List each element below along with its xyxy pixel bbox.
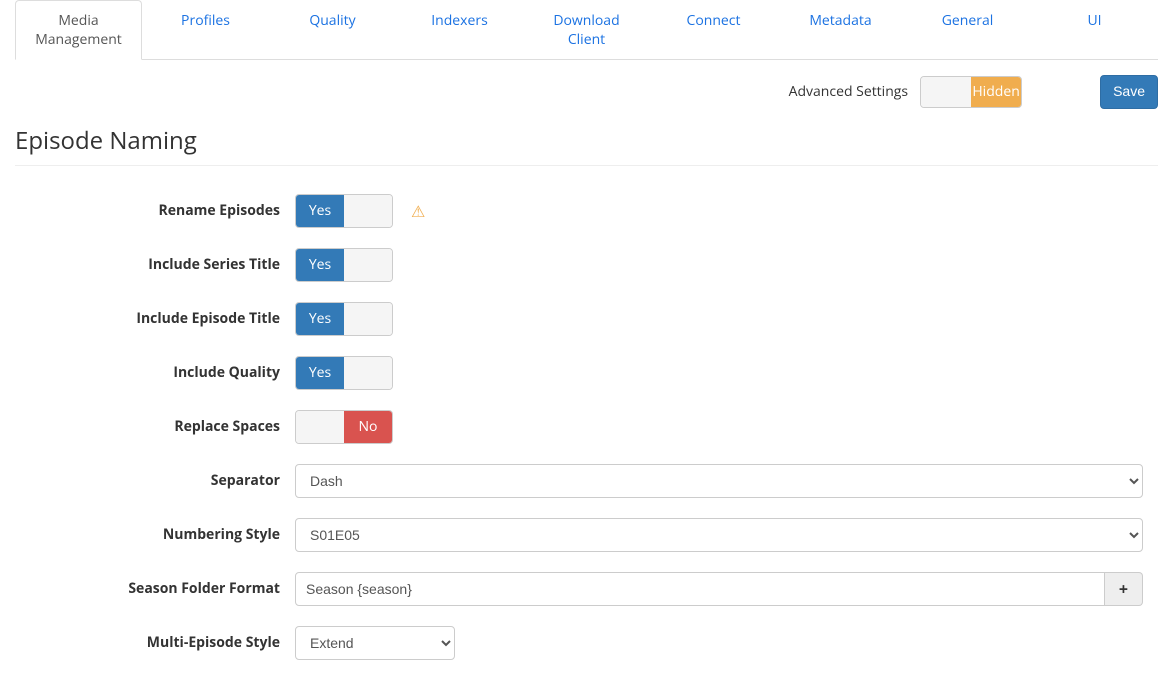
season-folder-format-input[interactable]: [295, 572, 1105, 606]
section-title: Episode Naming: [15, 124, 1158, 166]
tab-connect[interactable]: Connect: [650, 0, 777, 41]
advanced-settings-hidden-option: Hidden: [971, 77, 1021, 107]
save-button[interactable]: Save: [1100, 75, 1158, 109]
separator-label: Separator: [15, 471, 295, 490]
warning-icon: ⚠: [411, 200, 425, 222]
separator-select[interactable]: Dash: [295, 464, 1143, 498]
advanced-settings-toggle[interactable]: Hidden: [920, 76, 1022, 108]
toggle-yes: Yes: [296, 249, 344, 281]
toggle-no: [344, 249, 392, 281]
settings-tabs: Media Management Profiles Quality Indexe…: [15, 0, 1158, 60]
include-quality-toggle[interactable]: Yes: [295, 356, 393, 390]
tab-indexers[interactable]: Indexers: [396, 0, 523, 41]
toggle-yes: Yes: [296, 357, 344, 389]
season-folder-format-add-button[interactable]: +: [1105, 572, 1143, 606]
advanced-settings-label: Advanced Settings: [789, 82, 908, 101]
toolbar: Advanced Settings Hidden Save: [15, 60, 1158, 124]
advanced-settings-shown-option: [921, 77, 971, 107]
numbering-style-select[interactable]: S01E05: [295, 518, 1143, 552]
include-series-title-toggle[interactable]: Yes: [295, 248, 393, 282]
tab-media-management[interactable]: Media Management: [15, 0, 142, 60]
replace-spaces-label: Replace Spaces: [15, 417, 295, 436]
toggle-yes: Yes: [296, 195, 344, 227]
multi-episode-style-label: Multi-Episode Style: [15, 633, 295, 652]
rename-episodes-toggle[interactable]: Yes: [295, 194, 393, 228]
tab-profiles[interactable]: Profiles: [142, 0, 269, 41]
plus-icon: +: [1119, 578, 1128, 600]
include-episode-title-toggle[interactable]: Yes: [295, 302, 393, 336]
include-episode-title-label: Include Episode Title: [15, 309, 295, 328]
toggle-no: No: [344, 411, 392, 443]
tab-download-client[interactable]: Download Client: [523, 0, 650, 60]
season-folder-format-label: Season Folder Format: [15, 579, 295, 598]
numbering-style-label: Numbering Style: [15, 525, 295, 544]
toggle-yes: [296, 411, 344, 443]
toggle-no: [344, 195, 392, 227]
tab-ui[interactable]: UI: [1031, 0, 1158, 41]
replace-spaces-toggle[interactable]: No: [295, 410, 393, 444]
toggle-no: [344, 357, 392, 389]
toggle-yes: Yes: [296, 303, 344, 335]
tab-metadata[interactable]: Metadata: [777, 0, 904, 41]
rename-episodes-label: Rename Episodes: [15, 201, 295, 220]
include-quality-label: Include Quality: [15, 363, 295, 382]
tab-quality[interactable]: Quality: [269, 0, 396, 41]
multi-episode-style-select[interactable]: Extend: [295, 626, 455, 660]
toggle-no: [344, 303, 392, 335]
tab-general[interactable]: General: [904, 0, 1031, 41]
include-series-title-label: Include Series Title: [15, 255, 295, 274]
